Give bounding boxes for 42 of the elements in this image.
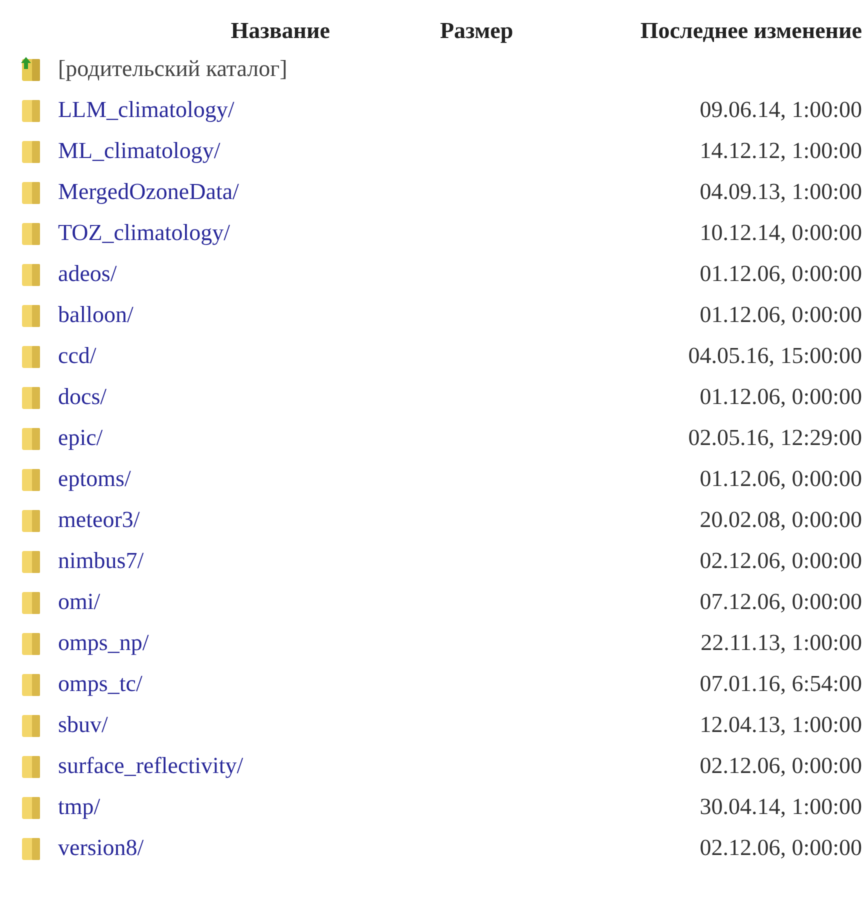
folder-link[interactable]: docs/ <box>58 384 107 410</box>
modified-date: 22.11.13, 1:00:00 <box>700 630 862 656</box>
column-header: Последнее изменение <box>639 18 862 44</box>
modified-date: 01.12.06, 0:00:00 <box>700 384 862 410</box>
folder-link[interactable]: eptoms/ <box>58 466 131 492</box>
folder-link[interactable]: surface_reflectivity/ <box>58 752 244 778</box>
modified-date: 12.04.13, 1:00:00 <box>700 712 862 738</box>
folder-link[interactable]: adeos/ <box>58 260 117 286</box>
modified-date: 01.12.06, 0:00:00 <box>700 302 862 328</box>
folder-link[interactable]: meteor3/ <box>58 506 140 532</box>
folder-link[interactable]: epic/ <box>58 424 103 450</box>
folder-link[interactable]: ML_climatology/ <box>58 138 220 164</box>
column-header: Размер <box>440 18 512 44</box>
modified-date: 07.01.16, 6:54:00 <box>700 670 862 696</box>
folder-link[interactable]: omi/ <box>58 588 100 614</box>
folder-link[interactable]: omps_tc/ <box>58 670 142 696</box>
folder-link[interactable]: tmp/ <box>58 794 100 820</box>
folder-link[interactable]: TOZ_climatology/ <box>58 220 230 246</box>
modified-date: 14.12.12, 1:00:00 <box>700 138 862 164</box>
column-header: Название <box>230 18 330 44</box>
modified-date: 04.05.16, 15:00:00 <box>688 342 862 368</box>
modified-date: 20.02.08, 0:00:00 <box>700 506 862 532</box>
folder-link[interactable]: omps_np/ <box>58 630 149 656</box>
modified-date: 07.12.06, 0:00:00 <box>700 588 862 614</box>
folder-link[interactable]: ccd/ <box>58 342 96 368</box>
modified-date: 01.12.06, 0:00:00 <box>700 466 862 492</box>
folder-link[interactable]: MergedOzoneData/ <box>58 178 239 204</box>
modified-date: 04.09.13, 1:00:00 <box>700 178 862 204</box>
folder-link[interactable]: nimbus7/ <box>58 548 144 574</box>
folder-link[interactable]: [родительский каталог] <box>58 56 288 82</box>
folder-link[interactable]: version8/ <box>58 834 144 860</box>
modified-date: 02.12.06, 0:00:00 <box>700 752 862 778</box>
modified-date: 30.04.14, 1:00:00 <box>700 794 862 820</box>
modified-date: 02.12.06, 0:00:00 <box>700 834 862 860</box>
modified-date: 09.06.14, 1:00:00 <box>700 96 862 122</box>
folder-link[interactable]: LLM_climatology/ <box>58 96 234 122</box>
modified-date: 10.12.14, 0:00:00 <box>700 220 862 246</box>
modified-date: 01.12.06, 0:00:00 <box>700 260 862 286</box>
folder-link[interactable]: sbuv/ <box>58 712 108 738</box>
modified-date: 02.05.16, 12:29:00 <box>688 424 862 450</box>
modified-date: 02.12.06, 0:00:00 <box>700 548 862 574</box>
folder-link[interactable]: balloon/ <box>58 302 134 328</box>
